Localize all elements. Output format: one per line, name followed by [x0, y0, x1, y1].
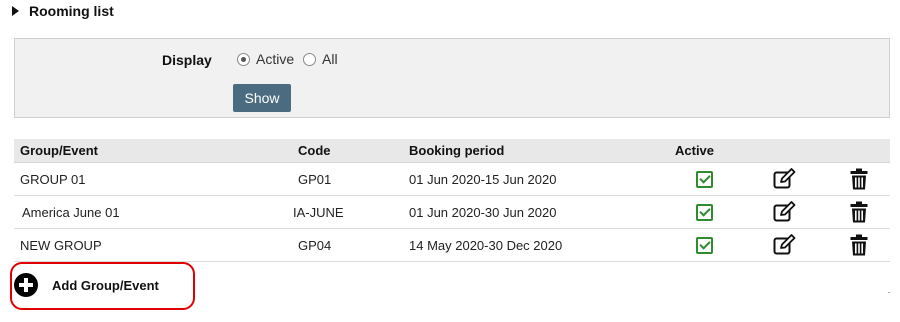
edit-icon[interactable]: [773, 201, 797, 223]
triangle-right-icon: [12, 6, 19, 16]
radio-active-label: Active: [256, 51, 295, 67]
add-group-event-label: Add Group/Event: [52, 277, 159, 293]
filter-panel: Display Active All Show: [14, 38, 890, 118]
plus-circle-icon: [14, 273, 38, 297]
checkbox-checked-icon[interactable]: [696, 170, 713, 188]
header-active: Active: [669, 139, 748, 163]
checkbox-checked-icon[interactable]: [696, 203, 713, 221]
cell-period: 01 Jun 2020-15 Jun 2020: [403, 162, 669, 196]
cell-active: [669, 195, 748, 229]
header-booking-period: Booking period: [403, 139, 669, 163]
cell-edit: [748, 195, 824, 229]
cell-edit: [748, 162, 824, 196]
table-header-row: Group/Event Code Booking period Active: [14, 139, 890, 163]
cell-delete: [824, 162, 890, 196]
cell-active: [669, 162, 748, 196]
cell-code: GP04: [292, 228, 403, 262]
cell-group: NEW GROUP: [14, 228, 292, 262]
cell-code: IA-JUNE: [292, 195, 403, 229]
radio-all[interactable]: All: [303, 51, 338, 67]
cell-period: 01 Jun 2020-30 Jun 2020: [403, 195, 669, 229]
radio-active[interactable]: Active: [237, 51, 294, 67]
cell-delete: [824, 228, 890, 262]
table-row: GROUP 01 GP01 01 Jun 2020-15 Jun 2020: [14, 162, 890, 196]
radio-active-button[interactable]: [237, 52, 250, 66]
table-row: America June 01 IA-JUNE 01 Jun 2020-30 J…: [14, 195, 890, 229]
section-title: Rooming list: [29, 3, 114, 19]
header-edit: [748, 139, 824, 163]
cell-active: [669, 228, 748, 262]
trash-icon[interactable]: [850, 168, 868, 190]
cell-delete: [824, 195, 890, 229]
cell-group: America June 01: [14, 195, 292, 229]
trash-icon[interactable]: [850, 234, 868, 256]
checkbox-checked-icon[interactable]: [696, 236, 713, 254]
display-label: Display: [162, 52, 212, 68]
cell-period: 14 May 2020-30 Dec 2020: [403, 228, 669, 262]
radio-all-label: All: [322, 51, 338, 67]
divider-dot: [888, 292, 890, 293]
edit-icon[interactable]: [773, 234, 797, 256]
cell-group: GROUP 01: [14, 162, 292, 196]
add-group-event-button[interactable]: Add Group/Event: [14, 273, 159, 297]
radio-all-button[interactable]: [303, 52, 316, 66]
rooming-list-toggle[interactable]: Rooming list: [12, 2, 114, 20]
header-code: Code: [292, 139, 403, 163]
table-row: NEW GROUP GP04 14 May 2020-30 Dec 2020: [14, 228, 890, 262]
header-group-event: Group/Event: [14, 139, 292, 163]
trash-icon[interactable]: [850, 201, 868, 223]
rooming-table: Group/Event Code Booking period Active G…: [14, 139, 890, 262]
cell-edit: [748, 228, 824, 262]
show-button[interactable]: Show: [233, 84, 291, 112]
edit-icon[interactable]: [773, 168, 797, 190]
cell-code: GP01: [292, 162, 403, 196]
header-delete: [824, 139, 890, 163]
